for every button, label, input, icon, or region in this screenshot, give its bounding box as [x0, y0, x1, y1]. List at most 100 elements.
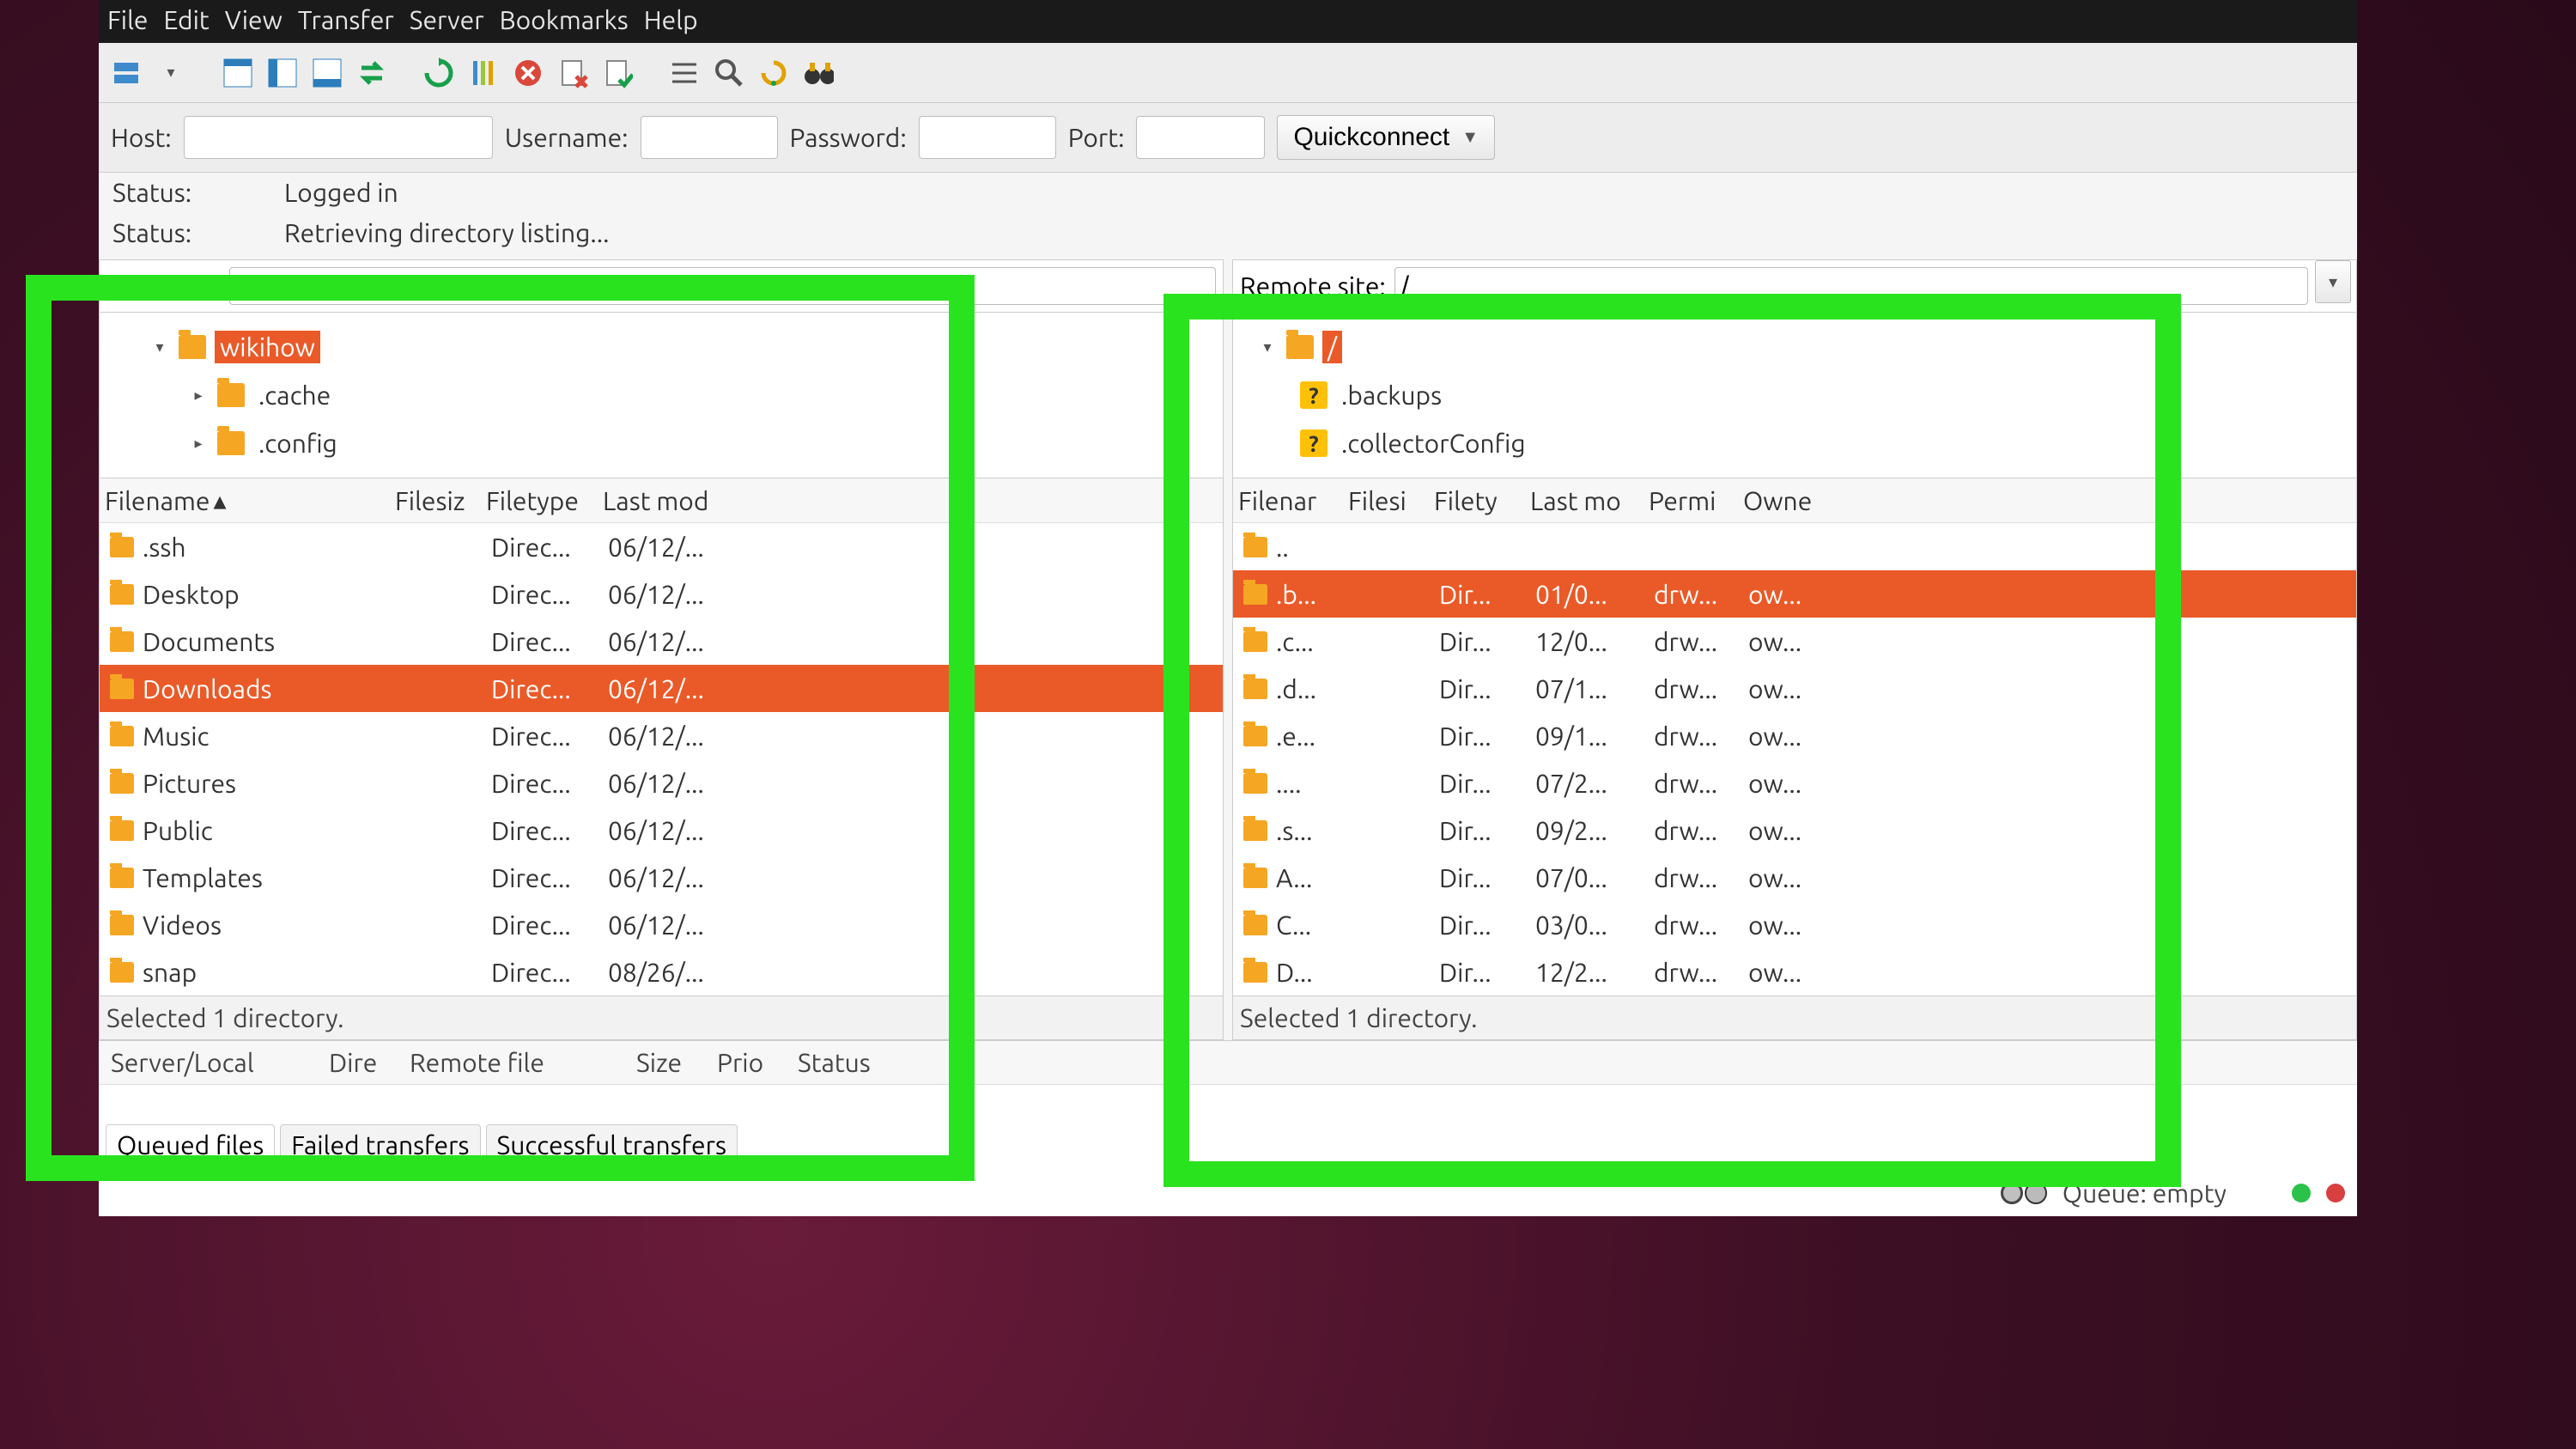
toggle-tree-icon[interactable] [222, 58, 253, 88]
tree-row[interactable]: ▾ / [1240, 323, 2349, 371]
file-name: C... [1276, 910, 1311, 940]
process-queue-icon[interactable] [602, 58, 633, 88]
tree-label[interactable]: .backups [1336, 379, 1447, 411]
quickconnect-button[interactable]: Quickconnect ▼ [1277, 115, 1495, 160]
sitemanager-icon[interactable] [111, 58, 142, 88]
col-modified[interactable]: Last mo [1527, 486, 1645, 515]
col-name[interactable]: Filenar [1233, 486, 1345, 515]
tree-row[interactable]: ▸ .cache [106, 371, 1216, 419]
gear-icon[interactable] [2001, 1182, 2023, 1204]
tree-label-root[interactable]: / [1322, 331, 1342, 363]
list-item[interactable]: DownloadsDirec...06/12/... [100, 665, 1223, 712]
pane-splitter[interactable] [1224, 259, 1232, 1040]
filelist-header[interactable]: Filenar Filesi Filety Last mo Permi Owne [1233, 478, 2356, 523]
list-item[interactable]: .sshDirec...06/12/... [100, 523, 1223, 570]
list-item[interactable]: snapDirec...08/26/... [100, 948, 1223, 995]
host-input[interactable] [184, 116, 493, 159]
tree-row[interactable]: ? .backups [1240, 371, 2349, 419]
menu-transfer[interactable]: Transfer [298, 5, 394, 34]
compare-icon[interactable] [669, 58, 700, 88]
port-input[interactable] [1136, 116, 1265, 159]
password-input[interactable] [919, 116, 1056, 159]
list-item[interactable]: VideosDirec...06/12/... [100, 901, 1223, 948]
list-item[interactable]: C...Dir...03/0...drw...ow... [1233, 901, 2356, 948]
globe-icon[interactable] [2025, 1182, 2047, 1204]
local-path-input[interactable] [229, 267, 1216, 305]
collapse-icon[interactable]: ▾ [149, 337, 170, 357]
toggle-log-icon[interactable] [267, 58, 298, 88]
list-item[interactable]: .b...Dir...01/0...drw...ow... [1233, 570, 2356, 618]
list-item[interactable]: .. [1233, 523, 2356, 570]
col-size[interactable]: Filesi [1345, 486, 1431, 515]
refresh-icon[interactable] [423, 58, 454, 88]
list-item[interactable]: A...Dir...07/0...drw...ow... [1233, 854, 2356, 901]
sync-browse-icon[interactable] [356, 58, 387, 88]
col-size[interactable]: Size [636, 1048, 705, 1077]
col-modified[interactable]: Last mod [599, 486, 735, 515]
binoculars-icon[interactable] [803, 58, 834, 88]
list-item[interactable]: .d...Dir...07/1...drw...ow... [1233, 665, 2356, 712]
list-item[interactable]: PicturesDirec...06/12/... [100, 759, 1223, 807]
folder-icon [1243, 868, 1267, 888]
username-input[interactable] [641, 116, 778, 159]
tree-label[interactable]: .config [253, 427, 343, 460]
list-item[interactable]: MusicDirec...06/12/... [100, 712, 1223, 759]
col-permissions[interactable]: Permi [1645, 486, 1740, 515]
tab-queued[interactable]: Queued files [106, 1124, 275, 1165]
menu-edit[interactable]: Edit [164, 5, 210, 34]
find-icon[interactable] [714, 58, 744, 88]
status-text: Retrieving directory listing... [284, 218, 609, 247]
filelist-header[interactable]: Filename▴ Filesiz Filetype Last mod [100, 478, 1223, 523]
remote-path-dropdown[interactable]: ▾ [2315, 260, 2351, 303]
toggle-queue-icon[interactable] [312, 58, 343, 88]
list-item[interactable]: DocumentsDirec...06/12/... [100, 618, 1223, 665]
collapse-icon[interactable]: ▾ [1257, 337, 1278, 357]
local-tree[interactable]: ▾ wikihow ▸ .cache ▸ .config [99, 313, 1224, 478]
menu-view[interactable]: View [225, 5, 283, 34]
list-item[interactable]: .e...Dir...09/1...drw...ow... [1233, 712, 2356, 759]
menu-server[interactable]: Server [410, 5, 484, 34]
col-type[interactable]: Filetype [483, 486, 599, 515]
menu-bookmarks[interactable]: Bookmarks [500, 5, 629, 34]
tree-label[interactable]: .collectorConfig [1336, 427, 1531, 460]
file-type: Dir... [1436, 769, 1532, 798]
col-owner[interactable]: Owne [1740, 486, 1826, 515]
sitemanager-dropdown-icon[interactable]: ▾ [155, 58, 186, 88]
remote-tree[interactable]: ▾ / ? .backups ? .collectorConfig [1232, 313, 2357, 478]
tree-row[interactable]: ? .collectorConfig [1240, 419, 2349, 467]
tree-label[interactable]: .cache [253, 379, 336, 411]
col-status[interactable]: Status [798, 1048, 918, 1077]
list-item[interactable]: D...Dir...12/2...drw...ow... [1233, 948, 2356, 995]
tree-row[interactable]: ▾ wikihow [106, 323, 1216, 371]
tree-label-root[interactable]: wikihow [215, 331, 320, 363]
col-priority[interactable]: Prio [717, 1048, 786, 1077]
menu-help[interactable]: Help [644, 5, 698, 34]
col-type[interactable]: Filety [1431, 486, 1527, 515]
tab-failed[interactable]: Failed transfers [280, 1124, 480, 1165]
tab-successful[interactable]: Successful transfers [486, 1124, 738, 1165]
local-filelist[interactable]: Filename▴ Filesiz Filetype Last mod .ssh… [99, 478, 1224, 996]
clear-failed-icon[interactable] [557, 58, 588, 88]
filter-icon[interactable] [468, 58, 499, 88]
list-item[interactable]: PublicDirec...06/12/... [100, 807, 1223, 854]
remote-path-input[interactable] [1394, 267, 2308, 305]
list-item[interactable]: ....Dir...07/2...drw...ow... [1233, 759, 2356, 807]
cancel-icon[interactable] [513, 58, 544, 88]
menu-file[interactable]: File [107, 5, 149, 34]
expand-icon[interactable]: ▸ [188, 433, 209, 454]
list-item[interactable]: TemplatesDirec...06/12/... [100, 854, 1223, 901]
col-size[interactable]: Filesiz [392, 486, 483, 515]
transfer-cols[interactable]: Server/Local Dire Remote file Size Prio … [99, 1041, 2357, 1085]
tree-row[interactable]: ▸ .config [106, 419, 1216, 467]
expand-icon[interactable]: ▸ [188, 385, 209, 405]
list-item[interactable]: DesktopDirec...06/12/... [100, 570, 1223, 618]
col-remote[interactable]: Remote file [410, 1048, 624, 1077]
file-modified: 06/12/... [605, 533, 740, 562]
col-name[interactable]: Filename▴ [100, 485, 392, 516]
col-direction[interactable]: Dire [329, 1048, 398, 1077]
list-item[interactable]: .c...Dir...12/0...drw...ow... [1233, 618, 2356, 665]
remote-filelist[interactable]: Filenar Filesi Filety Last mo Permi Owne… [1232, 478, 2357, 996]
col-server[interactable]: Server/Local [111, 1048, 317, 1077]
list-item[interactable]: .s...Dir...09/2...drw...ow... [1233, 807, 2356, 854]
reconnect-icon[interactable] [758, 58, 789, 88]
